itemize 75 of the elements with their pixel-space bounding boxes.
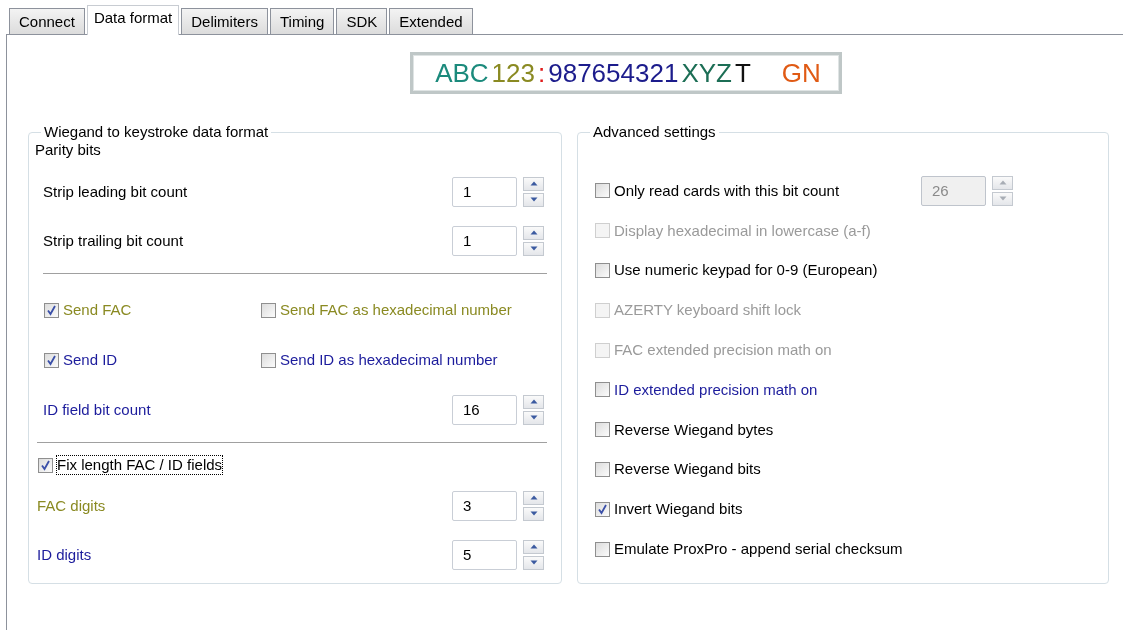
checkbox-label: Send FAC as hexadecimal number bbox=[280, 301, 512, 319]
checkbox[interactable] bbox=[44, 302, 59, 318]
checkbox[interactable] bbox=[38, 457, 53, 473]
spin-up-button[interactable] bbox=[523, 394, 544, 409]
spin-down-button[interactable] bbox=[523, 410, 544, 425]
field-label: Strip leading bit count bbox=[43, 183, 188, 200]
field-label: ID digits bbox=[37, 546, 92, 563]
preview-text: GN bbox=[781, 58, 821, 88]
down-triangle-icon bbox=[529, 560, 538, 565]
checkbox-label: Display hexadecimal in lowercase (a-f) bbox=[614, 221, 871, 240]
checkbox-label: Send ID bbox=[63, 351, 118, 369]
tab[interactable]: Delimiters bbox=[181, 8, 268, 34]
field-label: Strip trailing bit count bbox=[43, 232, 184, 249]
down-triangle-icon bbox=[529, 246, 538, 251]
checkbox-label: Use numeric keypad for 0-9 (European) bbox=[614, 261, 878, 280]
down-triangle-icon bbox=[529, 511, 538, 516]
checkbox-label: Invert Wiegand bits bbox=[614, 500, 743, 519]
preview-text: 987654321 bbox=[548, 58, 679, 88]
checkbox-label: Emulate ProxPro - append serial checksum bbox=[614, 540, 903, 559]
checkbox[interactable] bbox=[595, 422, 610, 438]
checkbox[interactable] bbox=[595, 541, 610, 557]
group-title: Advanced settings bbox=[592, 123, 717, 141]
down-triangle-icon bbox=[529, 197, 538, 202]
tab[interactable]: Extended bbox=[389, 8, 473, 34]
checkbox[interactable] bbox=[595, 263, 610, 278]
checkbox-label: ID extended precision math on bbox=[614, 380, 818, 399]
checkbox[interactable] bbox=[44, 352, 59, 368]
spin-down-button[interactable] bbox=[523, 555, 544, 570]
preview-text: : bbox=[538, 58, 546, 88]
checkbox-label: Reverse Wiegand bits bbox=[614, 460, 761, 479]
spin-up-button[interactable] bbox=[523, 225, 544, 240]
checkbox-label: FAC extended precision math on bbox=[614, 341, 832, 360]
number-field[interactable]: 1 bbox=[452, 176, 517, 207]
field-label: FAC digits bbox=[37, 497, 106, 514]
checkbox-label: Send ID as hexadecimal number bbox=[280, 351, 498, 369]
checkbox[interactable] bbox=[595, 501, 610, 517]
checkbox-label: AZERTY keyboard shift lock bbox=[614, 301, 802, 320]
checkbox-label: Send FAC bbox=[63, 301, 132, 319]
preview-text: 123 bbox=[491, 58, 535, 88]
tab[interactable]: SDK bbox=[336, 8, 388, 34]
group-title: Wiegand to keystroke data format bbox=[43, 123, 270, 141]
tab[interactable]: Connect bbox=[9, 8, 85, 34]
number-field[interactable]: 16 bbox=[452, 394, 517, 425]
up-triangle-icon bbox=[998, 180, 1007, 186]
checkbox-label: Fix length FAC / ID fields bbox=[57, 456, 223, 474]
up-triangle-icon bbox=[529, 230, 538, 235]
checkbox-label: Only read cards with this bit count bbox=[614, 181, 840, 200]
checkbox[interactable] bbox=[261, 302, 276, 318]
section-label: Parity bits bbox=[35, 140, 102, 160]
up-triangle-icon bbox=[529, 495, 538, 500]
down-triangle-icon bbox=[998, 196, 1007, 202]
tab[interactable]: Data format bbox=[86, 5, 180, 35]
up-triangle-icon bbox=[529, 399, 538, 404]
spin-up-button[interactable] bbox=[523, 490, 544, 505]
spin-down-button[interactable] bbox=[523, 241, 544, 256]
checkbox[interactable] bbox=[261, 352, 276, 368]
up-triangle-icon bbox=[529, 544, 538, 549]
preview-text: XYZ bbox=[681, 58, 732, 88]
spin-down-button[interactable] bbox=[523, 506, 544, 521]
checkbox[interactable] bbox=[595, 183, 610, 199]
preview-text: ABC bbox=[435, 58, 489, 88]
tab[interactable]: Timing bbox=[269, 8, 335, 34]
checkbox-label: Reverse Wiegand bytes bbox=[614, 420, 774, 439]
preview-text: T bbox=[734, 58, 751, 88]
spin-up-button[interactable] bbox=[523, 176, 544, 191]
number-field[interactable]: 5 bbox=[452, 539, 517, 570]
spin-up-button[interactable] bbox=[523, 539, 544, 554]
spin-down-button[interactable] bbox=[523, 192, 544, 207]
checkbox[interactable] bbox=[595, 382, 610, 398]
field-label: ID field bit count bbox=[43, 401, 151, 418]
up-triangle-icon bbox=[529, 181, 538, 186]
checkbox[interactable] bbox=[595, 461, 610, 477]
number-field[interactable]: 1 bbox=[452, 225, 517, 256]
number-field[interactable]: 3 bbox=[452, 490, 517, 521]
down-triangle-icon bbox=[529, 415, 538, 420]
